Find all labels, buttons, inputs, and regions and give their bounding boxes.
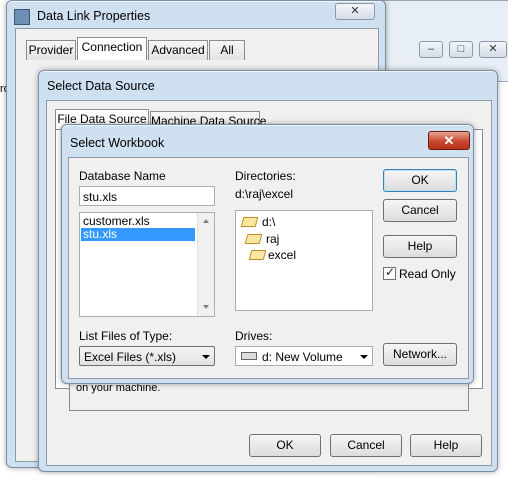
scroll-down-icon[interactable]	[203, 305, 209, 309]
select-data-source-title: Select Data Source	[47, 79, 155, 93]
file-list-item-stu[interactable]: stu.xls	[81, 228, 195, 241]
directory-item-root-label: d:\	[262, 215, 276, 229]
database-name-value: stu.xls	[83, 190, 118, 204]
data-link-close-button[interactable]: ✕	[335, 3, 375, 20]
directory-tree[interactable]: d:\ raj excel	[235, 210, 373, 311]
data-link-title: Data Link Properties	[37, 9, 151, 23]
bg-maximize-button[interactable]: □	[449, 41, 473, 58]
drives-value: d: New Volume	[262, 350, 343, 364]
workbook-help-button[interactable]: Help	[383, 235, 457, 258]
select-workbook-client: Database Name stu.xls customer.xls stu.x…	[68, 157, 469, 379]
select-workbook-title: Select Workbook	[70, 136, 165, 150]
file-type-value: Excel Files (*.xls)	[84, 350, 177, 364]
scroll-up-icon[interactable]	[203, 219, 209, 223]
current-path: d:\raj\excel	[235, 187, 294, 201]
read-only-checkbox[interactable]: ✓	[383, 265, 396, 280]
select-workbook-window: Select Workbook ✕ Database Name stu.xls …	[61, 124, 474, 384]
directory-item-excel-label: excel	[268, 248, 297, 262]
tab-all[interactable]: All	[209, 40, 245, 60]
checkmark-icon: ✓	[385, 265, 396, 279]
data-link-app-icon	[14, 9, 30, 25]
workbook-cancel-button[interactable]: Cancel	[383, 199, 457, 222]
file-list-scrollbar[interactable]	[197, 213, 214, 316]
folder-open-icon	[244, 234, 263, 244]
bg-minimize-button[interactable]: –	[419, 41, 443, 58]
directory-item-raj-label: raj	[266, 232, 280, 246]
directories-label: Directories:	[235, 169, 296, 183]
select-workbook-close-button[interactable]: ✕	[428, 131, 470, 150]
file-type-select[interactable]: Excel Files (*.xls)	[79, 346, 215, 366]
tab-connection[interactable]: Connection	[77, 37, 147, 60]
file-type-label: List Files of Type:	[79, 329, 173, 343]
drive-icon	[241, 352, 257, 360]
tab-advanced[interactable]: Advanced	[148, 40, 208, 60]
database-name-input[interactable]: stu.xls	[79, 186, 215, 206]
network-button[interactable]: Network...	[383, 343, 457, 366]
drives-label: Drives:	[235, 329, 273, 343]
data-link-help-button[interactable]: Help	[410, 434, 482, 457]
file-list[interactable]: customer.xls stu.xls	[79, 212, 215, 317]
drives-select[interactable]: d: New Volume	[235, 346, 373, 366]
bg-close-button[interactable]: ✕	[479, 41, 507, 58]
folder-open-icon	[248, 250, 267, 260]
chevron-down-icon	[202, 355, 210, 359]
read-only-label: Read Only	[399, 267, 456, 281]
folder-open-icon	[240, 217, 259, 227]
database-name-label: Database Name	[79, 169, 166, 183]
chevron-down-icon	[360, 355, 368, 359]
data-link-cancel-button[interactable]: Cancel	[330, 434, 402, 457]
tab-provider[interactable]: Provider	[26, 40, 76, 60]
workbook-ok-button[interactable]: OK	[383, 169, 457, 192]
data-link-ok-button[interactable]: OK	[249, 434, 321, 457]
